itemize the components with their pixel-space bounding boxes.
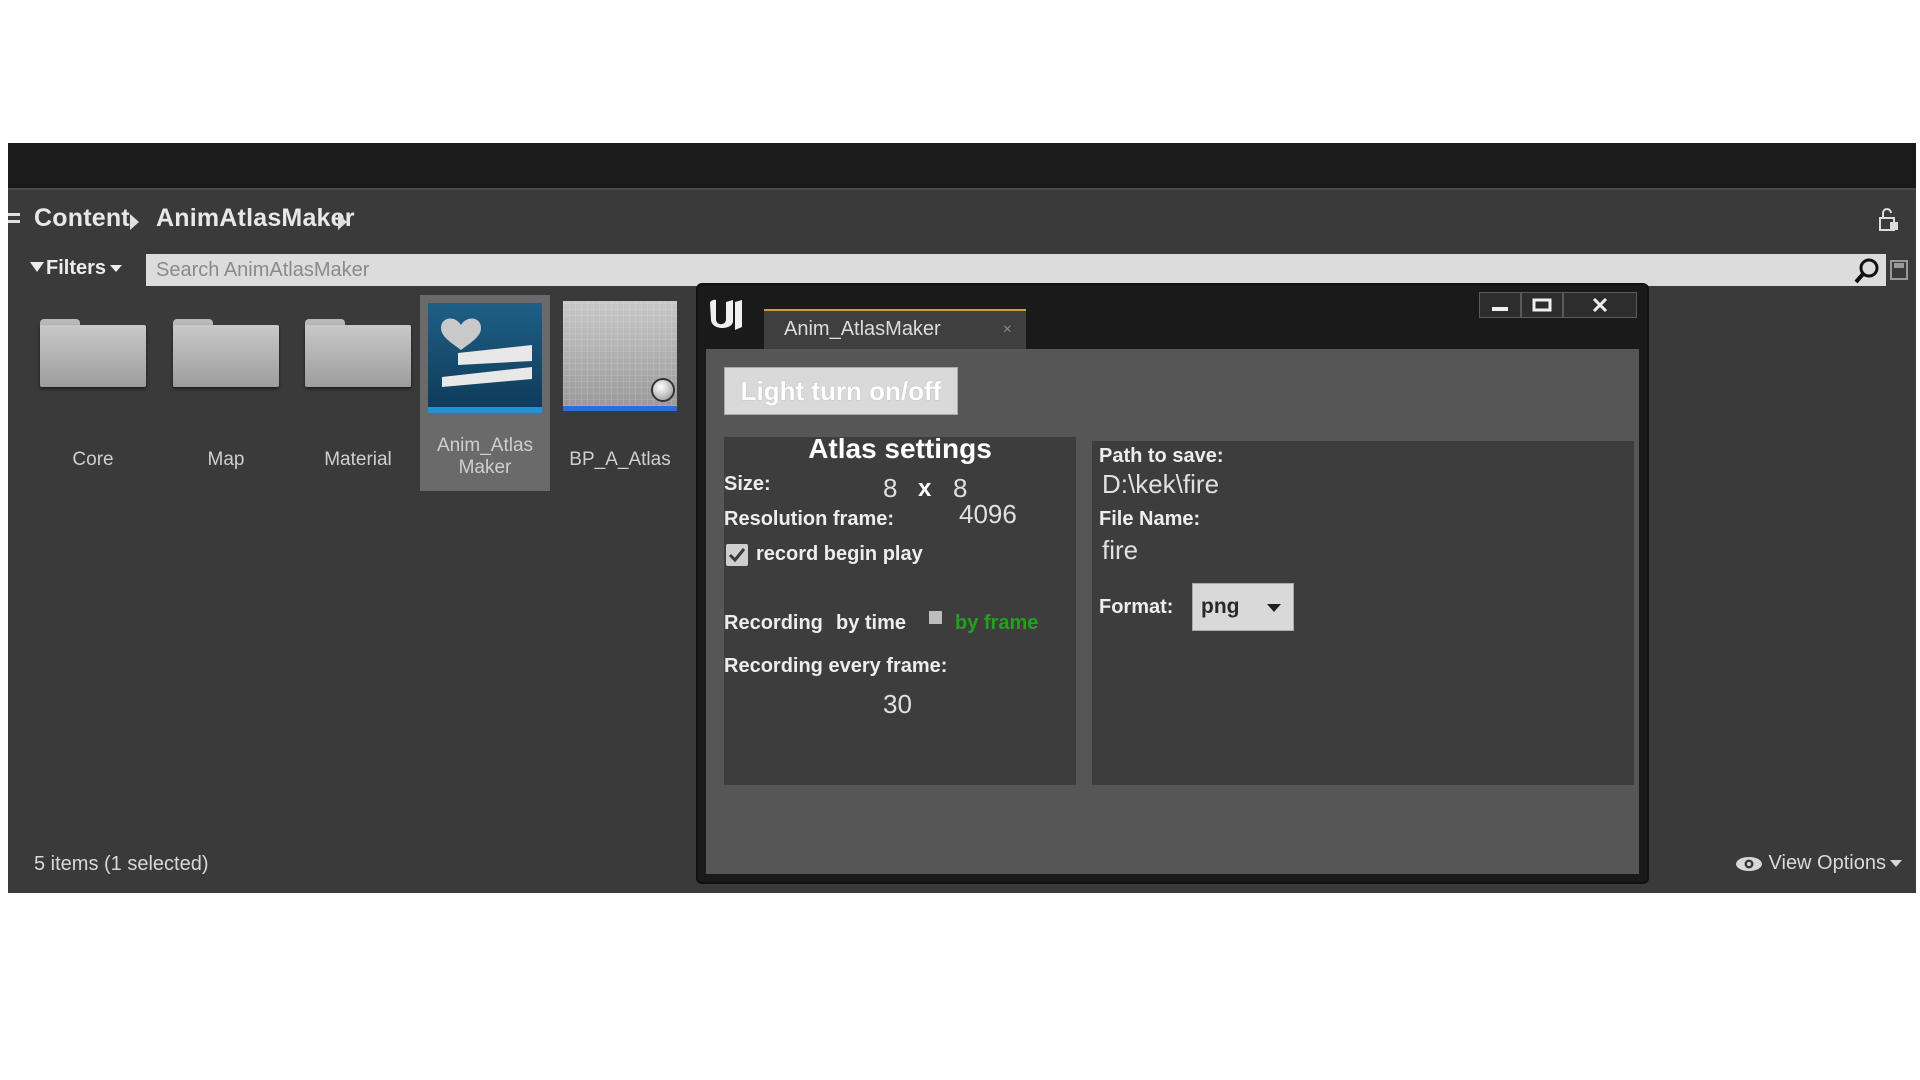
- by-time-label: by time: [836, 612, 907, 634]
- history-back-icon[interactable]: [8, 210, 22, 226]
- chevron-down-icon: [1267, 604, 1281, 612]
- search-icon[interactable]: [1853, 257, 1881, 285]
- path-to-save-field[interactable]: D:\kek\fire: [1102, 469, 1219, 500]
- close-icon[interactable]: ×: [1003, 321, 1012, 339]
- folder-icon: [173, 319, 279, 387]
- breadcrumb-separator-icon[interactable]: [130, 214, 139, 230]
- item-count-status: 5 items (1 selected): [34, 853, 209, 875]
- content-browser-titlebar: [8, 143, 1916, 188]
- eye-icon: [1735, 856, 1762, 871]
- resolution-frame-field[interactable]: 4096: [959, 499, 1017, 530]
- resolution-frame-label: Resolution frame:: [724, 508, 895, 530]
- file-name-label: File Name:: [1099, 508, 1201, 530]
- recording-mode-checkbox[interactable]: [929, 611, 942, 624]
- recording-label: Recording: [724, 612, 823, 634]
- view-options-button[interactable]: View Options: [1735, 852, 1902, 875]
- save-settings-panel: Path to save: D:\kek\fire File Name: fir…: [1092, 441, 1634, 785]
- size-label: Size:: [724, 473, 771, 495]
- path-to-save-label: Path to save:: [1099, 445, 1224, 467]
- breadcrumb-item-content[interactable]: Content: [34, 204, 130, 233]
- lock-icon[interactable]: [1878, 208, 1900, 232]
- maximize-button[interactable]: [1521, 292, 1563, 318]
- recording-every-frame-label: Recording every frame:: [724, 655, 948, 677]
- maximize-icon: [1532, 298, 1552, 312]
- asset-label-line1: Anim_Atlas: [436, 435, 534, 456]
- chevron-down-icon: [1890, 860, 1902, 868]
- atlas-settings-panel: Atlas settings Size: 8 x 8 Resolution fr…: [724, 433, 1076, 785]
- format-dropdown[interactable]: png: [1192, 583, 1294, 631]
- funnel-icon: [30, 261, 44, 272]
- asset-label: Map: [207, 449, 245, 470]
- asset-label-line2: Maker: [458, 457, 512, 478]
- anim-atlasmaker-window: Anim_AtlasMaker × Light turn on/off Atla…: [698, 285, 1647, 882]
- asset-tile-anim-atlas-maker[interactable]: Anim_Atlas Maker: [420, 295, 550, 491]
- minimize-icon: [1492, 307, 1508, 311]
- checkmark-icon: [728, 548, 746, 563]
- asset-tile-material[interactable]: Material: [293, 293, 423, 483]
- size-width-field[interactable]: 8: [883, 473, 897, 504]
- folder-icon: [40, 319, 146, 387]
- tab-anim-atlasmaker[interactable]: Anim_AtlasMaker ×: [764, 309, 1026, 349]
- asset-label: Core: [72, 449, 114, 470]
- recording-every-frame-field[interactable]: 30: [883, 689, 912, 720]
- asset-tile-map[interactable]: Map: [161, 293, 291, 483]
- filters-label: Filters: [46, 257, 107, 279]
- record-begin-play-label: record begin play: [756, 543, 923, 565]
- asset-label: BP_A_Atlas: [569, 449, 671, 470]
- view-options-label: View Options: [1768, 852, 1886, 874]
- widget-blueprint-thumbnail: [428, 303, 542, 413]
- file-name-field[interactable]: fire: [1102, 535, 1138, 566]
- size-x-label: x: [918, 475, 932, 502]
- format-label: Format:: [1099, 596, 1174, 618]
- minimize-button[interactable]: [1479, 292, 1521, 318]
- breadcrumb-separator-icon[interactable]: [338, 214, 347, 230]
- close-icon: [1592, 297, 1608, 313]
- asset-tile-bp-a-atlas[interactable]: BP_A_Atlas: [555, 293, 685, 483]
- widget-blueprint-icon: [441, 318, 532, 387]
- filter-bar: Filters: [8, 248, 1916, 288]
- asset-label: Material: [324, 449, 392, 470]
- breadcrumb-item-animatlasmaker[interactable]: AnimAtlasMaker: [156, 204, 355, 233]
- chevron-down-icon: [110, 265, 123, 273]
- asset-tile-core[interactable]: Core: [28, 293, 158, 483]
- atlas-settings-title: Atlas settings: [808, 433, 992, 464]
- window-controls: [1479, 292, 1637, 318]
- record-begin-play-checkbox[interactable]: [726, 544, 748, 566]
- by-frame-label[interactable]: by frame: [955, 612, 1038, 635]
- filters-button[interactable]: Filters: [30, 254, 123, 282]
- save-search-icon[interactable]: [1890, 260, 1908, 280]
- close-window-button[interactable]: [1563, 292, 1637, 318]
- folder-icon: [305, 319, 411, 387]
- sphere-icon: [653, 380, 673, 400]
- unreal-engine-logo-icon: [710, 299, 742, 330]
- blueprint-thumbnail: [563, 301, 677, 411]
- breadcrumb: Content AnimAtlasMaker: [8, 188, 1916, 248]
- widget-canvas: Light turn on/off Atlas settings Size: 8…: [706, 349, 1639, 874]
- tab-label: Anim_AtlasMaker: [784, 318, 941, 340]
- search-input[interactable]: [146, 254, 1886, 286]
- format-selected-value: png: [1201, 595, 1240, 618]
- light-toggle-button[interactable]: Light turn on/off: [724, 367, 958, 415]
